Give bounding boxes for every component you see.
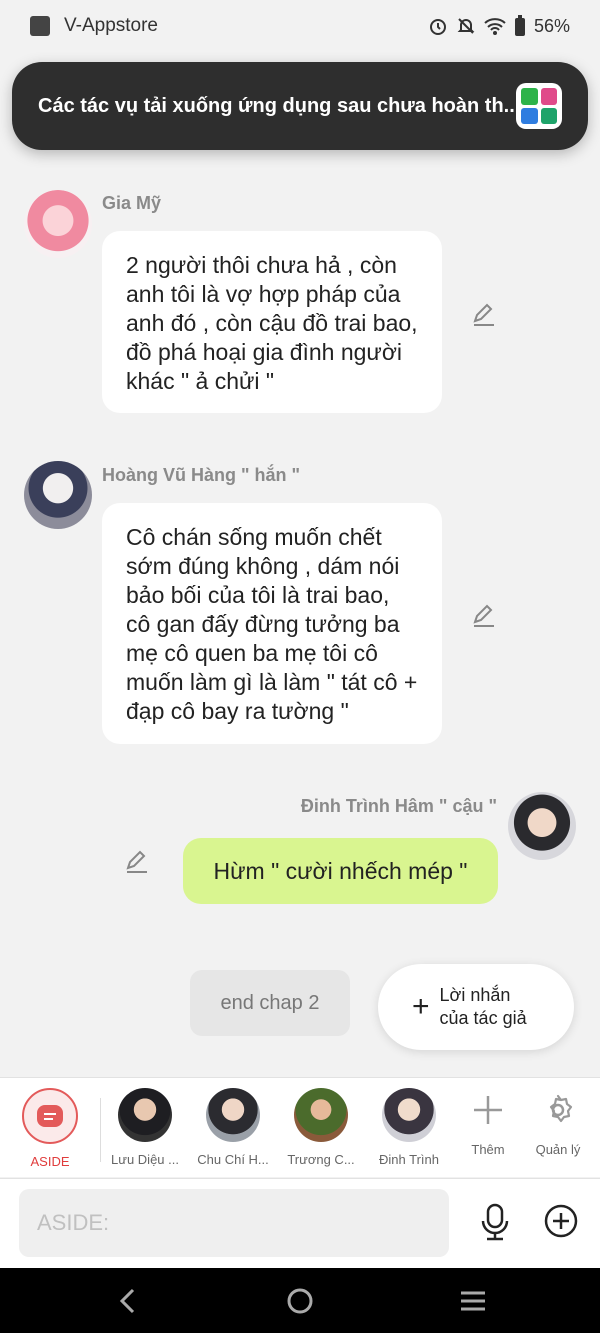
message-bubble[interactable]: 2 người thôi chưa hả , còn anh tôi là vợ… [102, 231, 442, 413]
app-store-icon [516, 83, 562, 129]
manage-label: Quản lý [535, 1142, 581, 1157]
menu-icon[interactable] [458, 1286, 488, 1316]
character-avatar [118, 1088, 172, 1142]
microphone-icon[interactable] [478, 1203, 512, 1241]
avatar-hoang-vu-hang[interactable] [24, 461, 92, 529]
aside-input[interactable] [19, 1189, 449, 1257]
input-row [0, 1178, 600, 1268]
character-name: Lưu Diệu ... [111, 1152, 179, 1167]
character-item[interactable]: Lưu Diệu ... [101, 1078, 189, 1167]
battery-percent: 56% [533, 15, 570, 36]
author-name: Hoàng Vũ Hàng " hắn " [102, 465, 301, 485]
character-name: Đinh Trình [379, 1152, 439, 1167]
avatar-gia-my[interactable] [24, 190, 92, 258]
aside-icon [22, 1088, 78, 1144]
more-label: Thêm [471, 1142, 505, 1157]
my-message-bubble[interactable]: Hừm " cười nhếch mép " [183, 838, 498, 904]
gear-icon [538, 1090, 578, 1130]
character-avatar [382, 1088, 436, 1142]
add-attachment-icon[interactable] [543, 1203, 579, 1239]
character-item[interactable]: Đinh Trình [365, 1078, 453, 1167]
character-avatar [294, 1088, 348, 1142]
home-icon[interactable] [285, 1286, 315, 1316]
status-bar: V-Appstore 56% [0, 0, 600, 52]
edit-icon[interactable] [124, 848, 150, 874]
author-name: Đinh Trình Hâm " cậu " [300, 796, 497, 816]
edit-icon[interactable] [471, 602, 497, 628]
download-toast[interactable]: Các tác vụ tải xuống ứng dụng sau chưa h… [12, 62, 588, 150]
character-name: Trương C... [287, 1152, 355, 1167]
toast-text: Các tác vụ tải xuống ứng dụng sau chưa h… [38, 94, 515, 117]
edit-icon[interactable] [471, 301, 497, 327]
character-bar: ASIDE Lưu Diệu ... Chu Chí H... Trương C… [0, 1077, 600, 1177]
character-item[interactable]: Trương C... [277, 1078, 365, 1167]
back-icon[interactable] [113, 1286, 143, 1316]
avatar-dinh-trinh-ham[interactable] [508, 792, 576, 860]
author-name: Gia Mỹ [102, 193, 162, 213]
battery-icon [514, 15, 525, 36]
aside-selector[interactable]: ASIDE [0, 1078, 100, 1169]
notifications-off-icon [457, 18, 475, 34]
add-character-button[interactable]: Thêm [453, 1078, 523, 1157]
alarm-icon [429, 19, 446, 35]
plus-icon: + [412, 990, 430, 1023]
system-nav-bar [0, 1268, 600, 1333]
character-avatar [206, 1088, 260, 1142]
aside-label: ASIDE [30, 1154, 70, 1169]
author-note-label: Lời nhắn của tác giả [439, 985, 527, 1028]
character-item[interactable]: Chu Chí H... [189, 1078, 277, 1167]
character-name: Chu Chí H... [197, 1152, 269, 1167]
shopping-bag-icon [30, 16, 50, 36]
status-app-name: V-Appstore [64, 15, 158, 36]
plus-icon [468, 1090, 508, 1130]
wifi-icon [484, 18, 506, 35]
end-chapter-chip: end chap 2 [190, 970, 350, 1036]
author-note-button[interactable]: + Lời nhắn của tác giả [378, 964, 574, 1050]
message-bubble[interactable]: Cô chán sống muốn chết sớm đúng không , … [102, 503, 442, 744]
manage-button[interactable]: Quản lý [523, 1078, 593, 1157]
